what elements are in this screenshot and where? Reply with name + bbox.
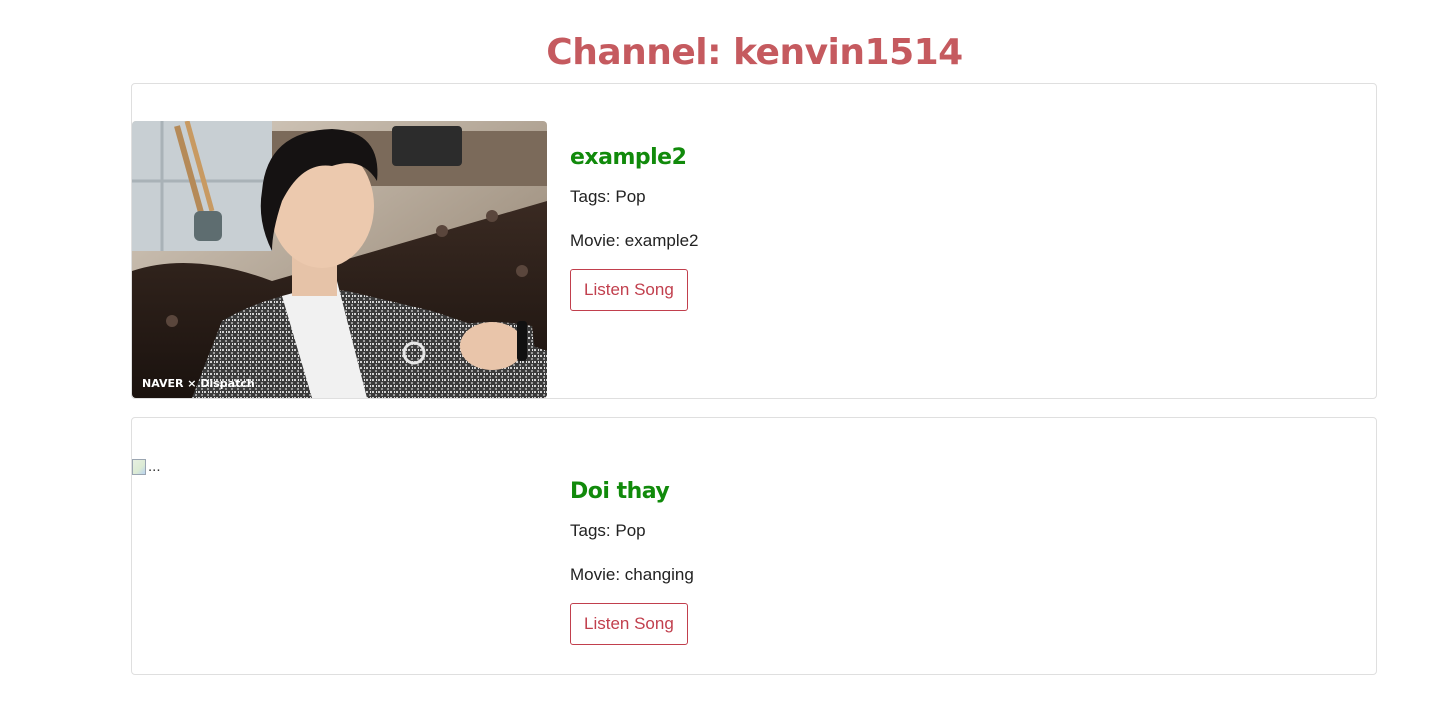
song-name: Doi thay (570, 479, 670, 504)
song-thumbnail-photo: NAVER × Dispatch (132, 121, 547, 398)
broken-image: ... (132, 458, 161, 475)
song-card: NAVER × Dispatch example2 Tags: Pop Movi… (131, 83, 1377, 399)
song-tags: Tags: Pop (570, 187, 646, 206)
image-caption: NAVER × Dispatch (142, 377, 255, 390)
broken-image-icon (132, 458, 146, 475)
page-title: Channel: kenvin1514 (546, 32, 963, 73)
song-thumbnail: NAVER × Dispatch (132, 121, 547, 398)
image-alt-text: ... (148, 458, 161, 475)
song-movie: Movie: example2 (570, 231, 699, 250)
listen-song-button[interactable]: Listen Song (570, 269, 688, 311)
listen-song-button[interactable]: Listen Song (570, 603, 688, 645)
channel-page: Channel: kenvin1514 NAVER × Dispatch exa… (0, 0, 1439, 703)
song-movie: Movie: changing (570, 565, 694, 584)
song-card: ... Doi thay Tags: Pop Movie: changing L… (131, 417, 1377, 675)
song-info: Doi thay Tags: Pop Movie: changing Liste… (570, 478, 694, 645)
song-info: example2 Tags: Pop Movie: example2 Liste… (570, 144, 699, 311)
song-name: example2 (570, 145, 687, 170)
song-tags: Tags: Pop (570, 521, 646, 540)
